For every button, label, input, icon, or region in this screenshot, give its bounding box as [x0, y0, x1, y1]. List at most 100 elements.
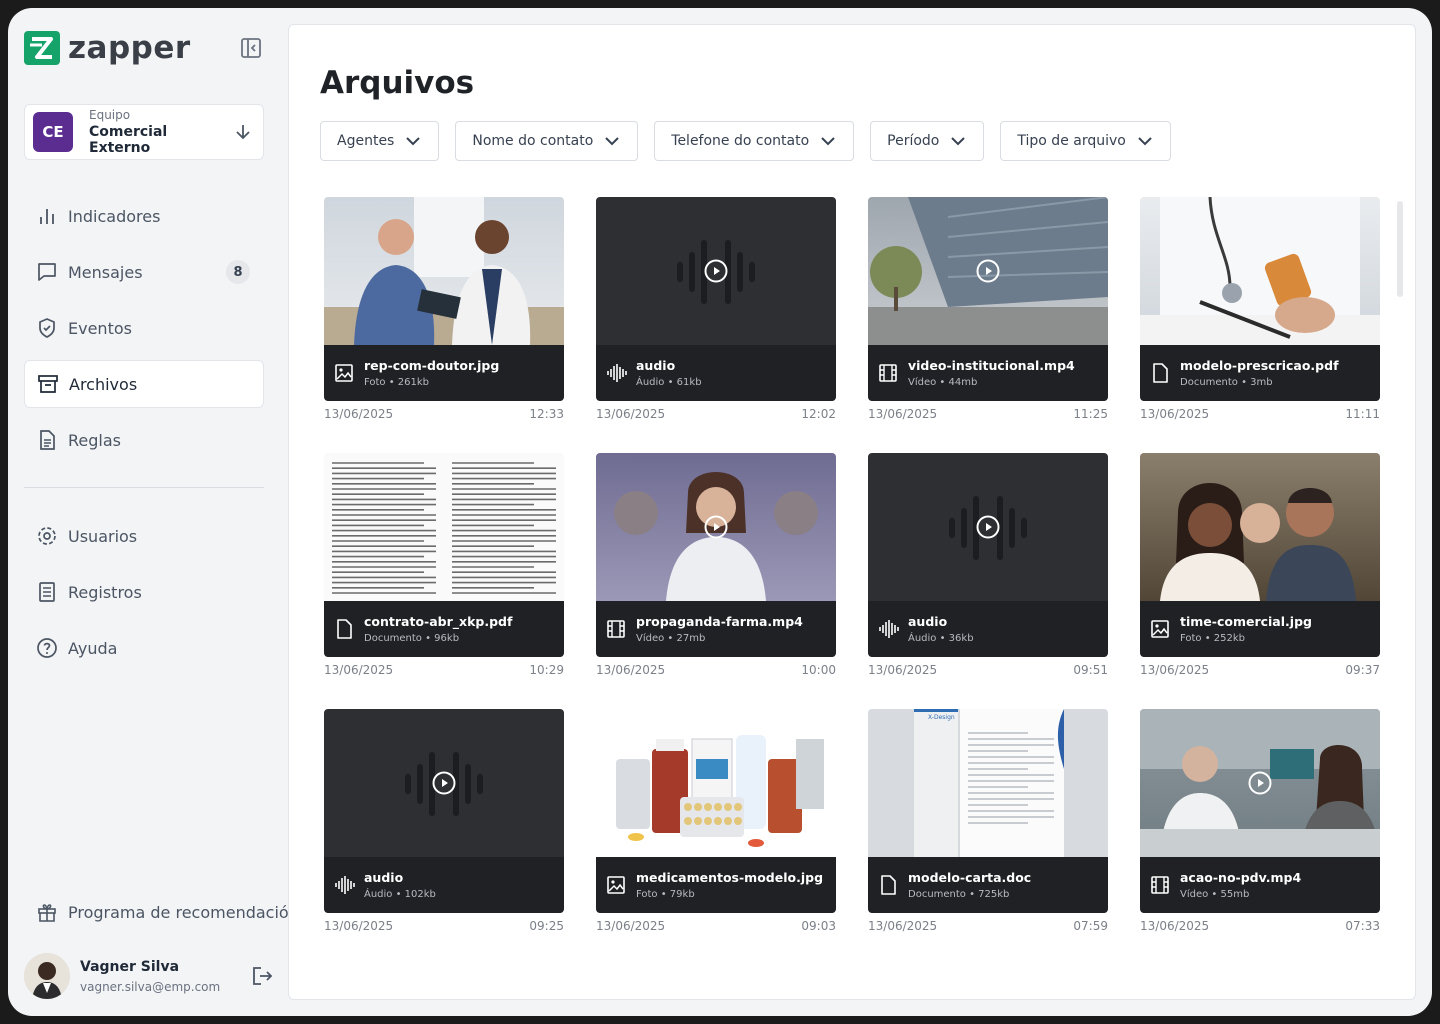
file-meta: Áudio • 102kb: [364, 889, 436, 900]
sidebar-item-reglas[interactable]: Reglas: [24, 416, 264, 464]
file-name: modelo-prescricao.pdf: [1180, 358, 1339, 373]
file-thumbnail[interactable]: rep-com-doutor.jpg Foto • 261kb: [324, 197, 564, 401]
document-icon: [36, 429, 58, 451]
team-label: Equipo: [89, 108, 131, 122]
filter-tipo-arquivo[interactable]: Tipo de arquivo: [1000, 121, 1171, 161]
file-info-bar: time-comercial.jpg Foto • 252kb: [1140, 601, 1380, 657]
sidebar-item-label: Archivos: [69, 374, 138, 394]
team-avatar: CE: [33, 112, 73, 152]
file-name: medicamentos-modelo.jpg: [636, 870, 824, 885]
file-card[interactable]: time-comercial.jpg Foto • 252kb 13/06/2025…: [1140, 453, 1380, 685]
file-thumbnail[interactable]: contrato-abr_xkp.pdf Documento • 96kb: [324, 453, 564, 657]
thumbnail-image: [1140, 453, 1380, 601]
file-date: 13/06/2025: [868, 407, 938, 421]
file-thumbnail[interactable]: audio Áudio • 61kb: [596, 197, 836, 401]
file-meta: Vídeo • 55mb: [1180, 889, 1250, 900]
file-thumbnail[interactable]: audio Áudio • 102kb: [324, 709, 564, 913]
file-info-bar: acao-no-pdv.mp4 Vídeo • 55mb: [1140, 857, 1380, 913]
file-card[interactable]: propaganda-farma.mp4 Vídeo • 27mb 13/06/20…: [596, 453, 836, 685]
file-thumbnail[interactable]: video-institucional.mp4 Vídeo • 44mb: [868, 197, 1108, 401]
message-icon: [36, 261, 58, 283]
shield-icon: [36, 317, 58, 339]
sidebar-item-usuarios[interactable]: Usuarios: [24, 512, 264, 560]
file-date: 13/06/2025: [324, 663, 394, 677]
filter-telefone-contato[interactable]: Telefone do contato: [654, 121, 855, 161]
sidebar-item-indicadores[interactable]: Indicadores: [24, 192, 264, 240]
thumbnail-image: [1140, 197, 1380, 345]
file-thumbnail[interactable]: propaganda-farma.mp4 Vídeo • 27mb: [596, 453, 836, 657]
file-card[interactable]: audio Áudio • 36kb 13/06/2025 09:51: [868, 453, 1108, 685]
file-thumbnail[interactable]: time-comercial.jpg Foto • 252kb: [1140, 453, 1380, 657]
file-date: 13/06/2025: [596, 407, 666, 421]
sidebar-divider: [24, 487, 264, 488]
file-meta: Áudio • 61kb: [636, 377, 702, 388]
file-info-bar: modelo-carta.doc Documento • 725kb: [868, 857, 1108, 913]
file-meta: Documento • 3mb: [1180, 377, 1273, 388]
file-thumbnail[interactable]: X-Design modelo-carta.doc Documento • 725k…: [868, 709, 1108, 913]
audio-wave-icon: [606, 363, 627, 383]
file-date: 13/06/2025: [596, 663, 666, 677]
file-card[interactable]: rep-com-doutor.jpg Foto • 261kb 13/06/2025…: [324, 197, 564, 429]
referral-program-link[interactable]: Programa de recomendación: [24, 888, 299, 936]
logo[interactable]: zapper: [24, 30, 191, 66]
sidebar-item-label: Indicadores: [68, 206, 161, 226]
play-icon[interactable]: [1248, 771, 1272, 795]
file-info-bar: audio Áudio • 36kb: [868, 601, 1108, 657]
file-card[interactable]: acao-no-pdv.mp4 Vídeo • 55mb 13/06/2025 07:…: [1140, 709, 1380, 941]
file-date: 13/06/2025: [1140, 663, 1210, 677]
file-meta: Foto • 252kb: [1180, 633, 1246, 644]
file-card[interactable]: medicamentos-modelo.jpg Foto • 79kb 13/06/…: [596, 709, 836, 941]
file-timestamp: 13/06/2025 09:51: [868, 663, 1108, 677]
file-thumbnail[interactable]: modelo-prescricao.pdf Documento • 3mb: [1140, 197, 1380, 401]
filter-label: Nome do contato: [472, 133, 594, 149]
file-card[interactable]: modelo-prescricao.pdf Documento • 3mb 13/0…: [1140, 197, 1380, 429]
filter-label: Tipo de arquivo: [1017, 133, 1126, 149]
sidebar-item-ayuda[interactable]: Ayuda: [24, 624, 264, 672]
collapse-sidebar-icon[interactable]: [240, 37, 262, 59]
sidebar-item-eventos[interactable]: Eventos: [24, 304, 264, 352]
film-icon: [606, 619, 626, 639]
filter-periodo[interactable]: Período: [870, 121, 985, 161]
referral-label: Programa de recomendación: [68, 902, 299, 922]
scrollbar[interactable]: [1397, 201, 1403, 297]
file-card[interactable]: audio Áudio • 102kb 13/06/2025 09:25: [324, 709, 564, 941]
file-info-bar: audio Áudio • 61kb: [596, 345, 836, 401]
team-selector[interactable]: CE Equipo Comercial Externo: [24, 104, 264, 160]
file-name: video-institucional.mp4: [908, 358, 1075, 373]
file-date: 13/06/2025: [1140, 407, 1210, 421]
file-card[interactable]: X-Design modelo-carta.doc Documento • 725k…: [868, 709, 1108, 941]
file-card[interactable]: contrato-abr_xkp.pdf Documento • 96kb 13/0…: [324, 453, 564, 685]
sidebar-item-archivos[interactable]: Archivos: [24, 360, 264, 408]
file-card[interactable]: video-institucional.mp4 Vídeo • 44mb 13/06…: [868, 197, 1108, 429]
file-meta: Foto • 261kb: [364, 377, 430, 388]
film-icon: [1150, 875, 1170, 895]
file-thumbnail[interactable]: audio Áudio • 36kb: [868, 453, 1108, 657]
file-time: 09:25: [529, 919, 564, 933]
logout-icon[interactable]: [250, 964, 274, 988]
team-name: Comercial Externo: [89, 124, 168, 156]
thumbnail-image: [596, 197, 836, 345]
file-thumbnail[interactable]: medicamentos-modelo.jpg Foto • 79kb: [596, 709, 836, 913]
file-info-bar: rep-com-doutor.jpg Foto • 261kb: [324, 345, 564, 401]
file-name: acao-no-pdv.mp4: [1180, 870, 1302, 885]
thumbnail-image: [868, 197, 1108, 345]
thumbnail-image: [324, 197, 564, 345]
user-profile[interactable]: Vagner Silva vagner.silva@emp.com: [24, 952, 274, 1000]
sidebar-item-registros[interactable]: Registros: [24, 568, 264, 616]
file-timestamp: 13/06/2025 07:59: [868, 919, 1108, 933]
sidebar-item-mensajes[interactable]: Mensajes 8: [24, 248, 264, 296]
file-info-bar: modelo-prescricao.pdf Documento • 3mb: [1140, 345, 1380, 401]
page-title: Arquivos: [320, 65, 475, 101]
filter-nome-contato[interactable]: Nome do contato: [455, 121, 639, 161]
play-icon[interactable]: [704, 515, 728, 539]
play-icon[interactable]: [432, 771, 456, 795]
file-time: 07:59: [1073, 919, 1108, 933]
play-icon[interactable]: [976, 515, 1000, 539]
filter-agentes[interactable]: Agentes: [320, 121, 440, 161]
file-timestamp: 13/06/2025 09:03: [596, 919, 836, 933]
play-icon[interactable]: [976, 259, 1000, 283]
play-icon[interactable]: [704, 259, 728, 283]
file-time: 10:00: [801, 663, 836, 677]
file-card[interactable]: audio Áudio • 61kb 13/06/2025 12:02: [596, 197, 836, 429]
file-thumbnail[interactable]: acao-no-pdv.mp4 Vídeo • 55mb: [1140, 709, 1380, 913]
